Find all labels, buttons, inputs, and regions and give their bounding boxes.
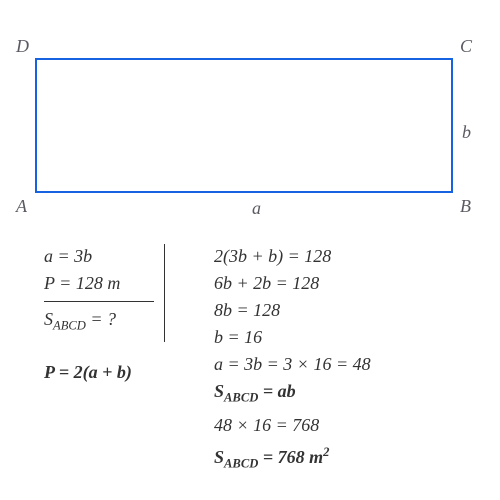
solution-block: 2(3b + b) = 128 6b + 2b = 128 8b = 128 b… (214, 243, 474, 477)
vertex-d-label: D (16, 36, 29, 57)
given-a-eq: = (53, 246, 74, 266)
s6-rhs: = ab (258, 381, 295, 401)
given-p-lhs: P (44, 273, 55, 293)
step-5: a = 3b = 3 × 16 = 48 (214, 351, 474, 378)
vertex-b-label: B (460, 196, 471, 217)
given-line-1: a = 3b (44, 243, 194, 270)
step-1: 2(3b + b) = 128 (214, 243, 474, 270)
formula-eq: = (54, 362, 73, 382)
step-8-result: SABCD = 768 m2 (214, 439, 474, 478)
given-a-lhs: a (44, 246, 53, 266)
find-eq: = ? (86, 309, 116, 329)
given-p-eq: = (55, 273, 76, 293)
vertex-a-label: A (16, 196, 27, 217)
step-7: 48 × 16 = 768 (214, 412, 474, 439)
step-3: 8b = 128 (214, 297, 474, 324)
s8-sub: ABCD (224, 456, 258, 470)
side-a-label: a (252, 198, 261, 219)
side-b-label: b (462, 122, 471, 143)
step-2: 6b + 2b = 128 (214, 270, 474, 297)
given-divider (44, 301, 154, 302)
formula-lhs: P (44, 362, 54, 382)
s8-lhs: S (214, 447, 224, 467)
given-block: a = 3b P = 128 m SABCD = ? (44, 243, 194, 340)
find-line: SABCD = ? (44, 306, 194, 340)
s8-exp: 2 (323, 445, 329, 459)
perimeter-formula: P = 2(a + b) (44, 360, 132, 385)
rectangle-abcd (35, 58, 453, 193)
step-6-area-formula: SABCD = ab (214, 378, 474, 412)
diagram-canvas: D C A B a b a = 3b P = 128 m SABCD = ? P… (0, 0, 500, 500)
given-a-rhs: 3b (74, 246, 92, 266)
s6-lhs: S (214, 381, 224, 401)
step-4: b = 16 (214, 324, 474, 351)
find-sub: ABCD (53, 319, 86, 333)
s6-sub: ABCD (224, 391, 258, 405)
s8-rhs-a: = 768 m (258, 447, 323, 467)
find-s: S (44, 309, 53, 329)
formula-rhs: 2(a + b) (74, 362, 132, 382)
given-vline (164, 244, 165, 342)
vertex-c-label: C (460, 36, 472, 57)
given-line-2: P = 128 m (44, 270, 194, 297)
given-p-rhs: 128 m (76, 273, 121, 293)
